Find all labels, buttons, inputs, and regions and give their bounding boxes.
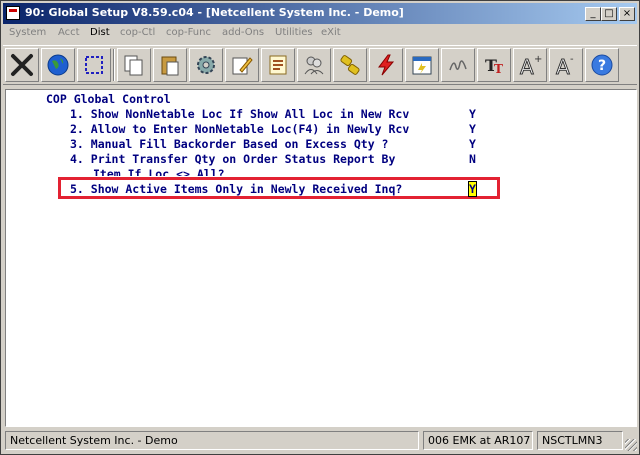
option-4-value[interactable]: N [469,152,476,166]
svg-text:+: + [534,54,542,65]
settings-icon[interactable] [189,48,223,82]
calendar-icon[interactable] [405,48,439,82]
copy-icon[interactable] [117,48,151,82]
status-user: 006 EMK at AR107 [423,431,533,450]
status-bar: Netcellent System Inc. - Demo 006 EMK at… [5,431,637,451]
option-3-label: 3. Manual Fill Backorder Based on Excess… [70,137,389,151]
svg-text:?: ? [598,58,606,74]
status-station: NSCTLMN3 [537,431,623,450]
signature-icon[interactable] [441,48,475,82]
menu-acct[interactable]: Acct [58,27,80,38]
font-decrease-icon[interactable]: A- [549,48,583,82]
exit-icon[interactable] [5,48,39,82]
option-5-value-input[interactable]: Y [468,181,477,197]
terminal-screen[interactable]: COP Global Control 1. Show NonNetable Lo… [5,89,637,427]
close-button[interactable]: × [619,7,635,21]
toolbar: TT A + A- ? [3,45,637,85]
globe-icon[interactable] [41,48,75,82]
lightning-icon[interactable] [369,48,403,82]
option-4-continuation: Item If Loc <> All? [93,167,225,176]
menu-cop-ctl[interactable]: cop-Ctl [120,27,155,38]
menu-system[interactable]: System [9,27,46,38]
paste-icon[interactable] [153,48,187,82]
svg-text:T: T [494,62,503,76]
edit-icon[interactable] [225,48,259,82]
app-window: 90: Global Setup V8.59.c04 - [Netcellent… [0,0,640,455]
toolbar-separator [113,49,115,81]
help-icon[interactable]: ? [585,48,619,82]
option-1-value[interactable]: Y [469,107,476,121]
menu-exit[interactable]: eXit [321,27,341,38]
minimize-button[interactable]: _ [585,7,601,21]
option-3-value[interactable]: Y [469,137,476,151]
resize-grip[interactable] [625,439,637,451]
svg-text:A: A [520,55,534,77]
notes-icon[interactable] [261,48,295,82]
option-2-value[interactable]: Y [469,122,476,136]
app-icon[interactable] [6,6,20,20]
font-increase-icon[interactable]: A + [513,48,547,82]
window-title: 90: Global Setup V8.59.c04 - [Netcellent… [25,6,404,19]
screen-heading: COP Global Control [46,92,171,106]
option-2-label: 2. Allow to Enter NonNetable Loc(F4) in … [70,122,410,136]
menu-cop-func[interactable]: cop-Func [166,27,211,38]
menu-utilities[interactable]: Utilities [275,27,313,38]
maximize-button[interactable]: □ [601,7,617,21]
status-company: Netcellent System Inc. - Demo [5,431,419,450]
svg-text:A: A [556,55,570,77]
option-4-label: 4. Print Transfer Qty on Order Status Re… [70,152,396,166]
menu-dist[interactable]: Dist [90,27,110,38]
svg-text:-: - [570,54,574,65]
menu-add-ons[interactable]: add-Ons [222,27,264,38]
title-bar[interactable]: 90: Global Setup V8.59.c04 - [Netcellent… [3,3,637,24]
link-icon[interactable] [333,48,367,82]
select-icon[interactable] [77,48,111,82]
font-icon[interactable]: TT [477,48,511,82]
option-1-label: 1. Show NonNetable Loc If Show All Loc i… [70,107,410,121]
users-icon[interactable] [297,48,331,82]
option-5-label: 5. Show Active Items Only in Newly Recei… [70,182,403,196]
menu-bar: System Acct Dist cop-Ctl cop-Func add-On… [3,25,637,43]
